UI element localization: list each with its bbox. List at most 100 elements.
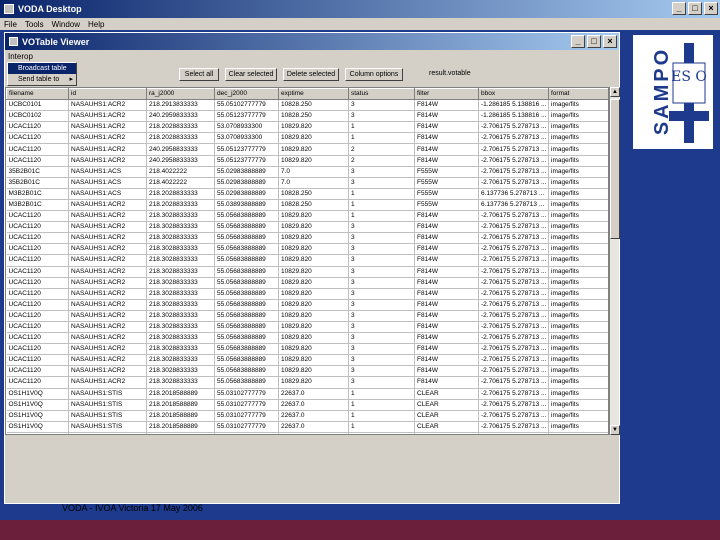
table-row[interactable]: UCBC0101 NASAUHS1:ACR2 218.2913833333 55.05…: [6, 99, 608, 112]
table-cell: image/fits: [548, 99, 608, 112]
table-cell: 55.02983888889: [214, 166, 279, 178]
table-row[interactable]: UCAC1120 NASAUHS1:ACR2 218.2028833333 53.07…: [6, 132, 608, 145]
table-cell: 218.4022222: [146, 166, 215, 178]
menu-file[interactable]: File: [4, 20, 17, 29]
table-row[interactable]: UCAC1120 NASAUHS1:ACR2 218.3028833333 55.05…: [6, 243, 608, 256]
table-row[interactable]: UCAC1120 NASAUHS1:ACR2 218.3028833333 55.05…: [6, 343, 608, 356]
table-cell: 1: [348, 432, 415, 434]
send-table-to-menu-item[interactable]: Send table to ▸: [8, 74, 76, 85]
table-row[interactable]: UCBC0102 NASAUHS1:ACR2 240.2959833333 55.05…: [6, 110, 608, 123]
table-cell: image/fits: [548, 288, 608, 300]
table-cell: image/fits: [548, 132, 608, 145]
table-cell: 55.05683888889: [214, 321, 279, 334]
table-cell: 218.3028833333: [146, 343, 215, 356]
table-cell: F814W: [414, 266, 479, 278]
column-header-dec-j2000[interactable]: dec_j2000: [214, 88, 279, 101]
column-header-bbox[interactable]: bbox: [478, 88, 549, 101]
table-cell: 3: [348, 266, 415, 278]
table-row[interactable]: UCAC1120 NASAUHS1:ACR2 218.3028833333 55.05…: [6, 221, 608, 234]
table-cell: NASAUHS1:ACR2: [68, 343, 147, 356]
scroll-thumb[interactable]: [610, 99, 620, 239]
app-title: VODA Desktop: [18, 4, 82, 14]
table-cell: F814W: [414, 232, 479, 245]
result-label: result.votable: [429, 70, 471, 77]
menu-tools[interactable]: Tools: [25, 20, 44, 29]
table-row[interactable]: UCAC1120 NASAUHS1:ACR2 240.2958833333 55.05…: [6, 155, 608, 167]
table-row[interactable]: UCAC1120 NASAUHS1:ACR2 218.3028833333 55.05…: [6, 365, 608, 378]
table-row[interactable]: UCAC1120 NASAUHS1:ACR2 218.3028833333 55.05…: [6, 299, 608, 311]
table-row[interactable]: UCAC1120 NASAUHS1:ACR2 218.3028833333 55.05…: [6, 310, 608, 322]
table-row[interactable]: OS1H1V0QNASAUHS1:STIS218.201858888955.03…: [6, 399, 608, 411]
table-row[interactable]: OS1H1V0QNASAUHS1:STIS218.201858888955.03…: [6, 388, 608, 400]
table-row[interactable]: 35B2B01C NASAUHS1:ACS 218.4022222 55.029838…: [6, 166, 608, 178]
table-cell: NASAUHS1:ACR2: [68, 254, 147, 267]
close-icon[interactable]: ×: [704, 2, 718, 15]
table-row[interactable]: UCAC1120 NASAUHS1:ACR2 218.3028833333 55.05…: [6, 354, 608, 367]
table-cell: image/fits: [548, 221, 608, 234]
table-vertical-scrollbar[interactable]: ▲ ▼: [609, 87, 620, 435]
broadcast-table-menu-item[interactable]: Broadcast table: [8, 63, 76, 74]
table-row[interactable]: UCAC1120 NASAUHS1:ACR2 218.3028833333 55.05…: [6, 321, 608, 334]
column-header-filename[interactable]: filename: [6, 88, 69, 101]
table-row[interactable]: OS1H1V0QNASAUHS1:STIS218.201858888955.03…: [6, 410, 608, 422]
table-row[interactable]: M3B2B01C NASAUHS1:ACS 218.2028833333 55.029…: [6, 188, 608, 200]
minimize-icon[interactable]: _: [672, 2, 686, 15]
table-row[interactable]: UCAC1120 NASAUHS1:ACR2 218.2028833333 53.07…: [6, 121, 608, 134]
column-header-id[interactable]: id: [68, 88, 147, 101]
table-row[interactable]: M3B2B01C NASAUHS1:ACR2 218.2028833333 55.03…: [6, 199, 608, 212]
column-header-ra-j2000[interactable]: ra_j2000: [146, 88, 215, 101]
table-cell: F814W: [414, 221, 479, 234]
scroll-up-icon[interactable]: ▲: [610, 87, 620, 97]
viewer-minimize-icon[interactable]: _: [571, 35, 585, 48]
clear-selected-button[interactable]: Clear selected: [225, 68, 277, 81]
scroll-down-icon[interactable]: ▼: [610, 425, 620, 435]
column-options-button[interactable]: Column options: [345, 68, 403, 81]
menu-help[interactable]: Help: [88, 20, 104, 29]
table-row[interactable]: UCAC1120 NASAUHS1:ACR2 218.3028833333 55.05…: [6, 288, 608, 300]
viewer-close-icon[interactable]: ×: [603, 35, 617, 48]
votable-table[interactable]: filename id ra_j2000 dec_j2000 exptime status…: [5, 87, 609, 435]
table-cell: NASAUHS1:ACR2: [68, 277, 147, 289]
maximize-icon[interactable]: □: [688, 2, 702, 15]
viewer-maximize-icon[interactable]: □: [587, 35, 601, 48]
table-cell: F814W: [414, 343, 479, 356]
table-row[interactable]: UCAC1120 NASAUHS1:ACR2 218.3028833333 55.05…: [6, 376, 608, 389]
table-row[interactable]: UCAC1120 NASAUHS1:ACR2 218.3028833333 55.05…: [6, 277, 608, 289]
table-cell: 22637.0: [278, 432, 349, 434]
column-header-exptime[interactable]: exptime: [278, 88, 349, 101]
table-row[interactable]: 35B2B01C NASAUHS1:ACS 218.4022222 55.029838…: [6, 177, 608, 189]
table-row[interactable]: UCAC1120 NASAUHS1:ACR2 218.3028833333 55.05…: [6, 210, 608, 223]
select-all-button[interactable]: Select all: [179, 68, 219, 81]
table-cell: F814W: [414, 288, 479, 300]
table-cell: NASAUHS1:ACR2: [68, 199, 147, 212]
table-cell: image/fits: [548, 310, 608, 322]
menu-interop[interactable]: Interop: [8, 52, 33, 61]
table-row[interactable]: OS1H1V0QNASAUHS1:STIS218.201858888955.03…: [6, 421, 608, 433]
table-cell: 3: [348, 332, 415, 345]
table-row[interactable]: UCAC1120 NASAUHS1:ACR2 218.3028833333 55.05…: [6, 266, 608, 278]
table-row[interactable]: UCAC1120 NASAUHS1:ACR2 218.3028833333 55.05…: [6, 332, 608, 345]
table-row[interactable]: UCAC1120 NASAUHS1:ACR2 240.2958833333 55.05…: [6, 143, 608, 156]
column-header-format[interactable]: format: [548, 88, 608, 101]
table-cell: 55.03102777779: [214, 410, 279, 422]
table-cell: F814W: [414, 243, 479, 256]
app-titlebar[interactable]: VODA Desktop _ □ ×: [0, 0, 720, 18]
table-cell: image/fits: [548, 210, 608, 223]
table-cell: UCAC1120: [6, 299, 69, 311]
viewer-titlebar[interactable]: VOTable Viewer _ □ ×: [5, 33, 619, 50]
table-cell: image/fits: [548, 365, 608, 378]
column-header-status[interactable]: status: [348, 88, 415, 101]
table-row[interactable]: UCAC1120 NASAUHS1:ACR2 218.3028833333 55.05…: [6, 254, 608, 267]
table-row[interactable]: UCAC1120 NASAUHS1:ACR2 218.3028833333 55.05…: [6, 232, 608, 245]
table-body: UCBC0101 NASAUHS1:ACR2 218.2913833333 55.05…: [6, 99, 608, 434]
table-cell: 53.0708933300: [214, 132, 279, 145]
table-cell: 55.03102777779: [214, 432, 279, 434]
menu-window[interactable]: Window: [52, 20, 80, 29]
table-cell: 218.3028833333: [146, 310, 215, 322]
table-row[interactable]: OS1H1V0QNASAUHS1:STIS218.201858888955.03…: [6, 432, 608, 434]
delete-selected-button[interactable]: Delete selected: [283, 68, 339, 81]
bottom-band: [0, 520, 720, 540]
table-cell: F555W: [414, 199, 479, 212]
sampo-logo: SAMPO ES O: [632, 34, 714, 150]
column-header-filter[interactable]: filter: [414, 88, 479, 101]
